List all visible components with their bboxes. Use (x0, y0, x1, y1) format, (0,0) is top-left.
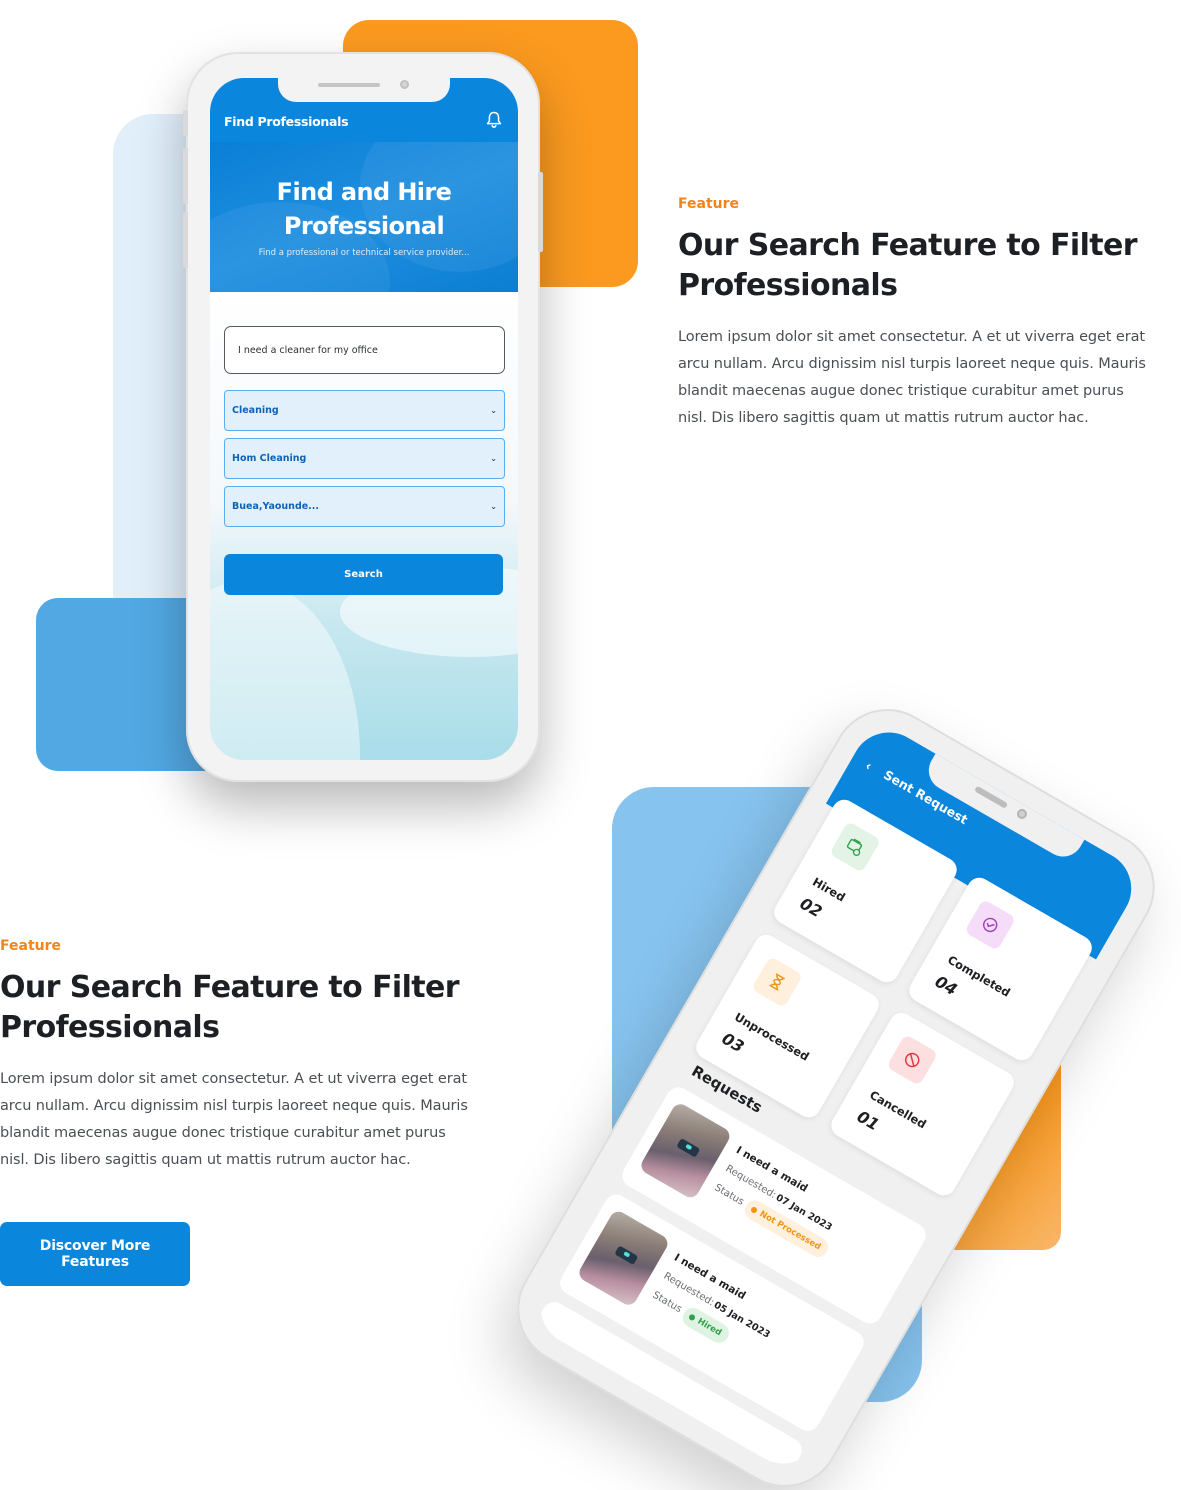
chevron-down-icon: ⌄ (490, 454, 497, 463)
status-label: Status (712, 1182, 746, 1208)
check-circle-icon (964, 898, 1017, 951)
phone-mockup-requests: ‹ Sent Request Hired 02 Completed 04 Unp… (496, 688, 1176, 1490)
stat-value: 02 (796, 893, 826, 922)
stat-label: Completed (945, 952, 1013, 1000)
hired-icon (829, 820, 882, 873)
stat-value: 01 (853, 1106, 883, 1135)
stat-label: Unprocessed (732, 1009, 812, 1064)
hourglass-icon (751, 956, 804, 1008)
phone-side-button (183, 110, 188, 136)
subcategory-select-value: Hom Cleaning (232, 453, 307, 464)
hero-title-line: Find and Hire (276, 178, 452, 206)
feature-eyebrow: Feature (0, 938, 61, 954)
bell-icon[interactable] (486, 111, 502, 129)
category-select[interactable]: Cleaning ⌄ (224, 390, 505, 431)
hero-banner: Find and Hire Professional Find a profes… (210, 142, 518, 292)
feature-heading: Our Search Feature to Filter Professiona… (678, 228, 1138, 303)
phone-speaker (974, 785, 1009, 809)
phone-side-button (183, 212, 188, 268)
discover-more-features-button[interactable]: Discover More Features (0, 1222, 190, 1286)
status-dot (749, 1205, 759, 1215)
hero-title-line: Professional (283, 212, 445, 240)
feature-section-2: Feature Our Search Feature to Filter Pro… (0, 938, 470, 1286)
cancel-icon (886, 1034, 939, 1086)
phone-mockup-search: Find Professionals Find and Hire Profess… (183, 52, 543, 782)
feature-heading: Our Search Feature to Filter Professiona… (0, 970, 460, 1045)
feature-description: Lorem ipsum dolor sit amet consectetur. … (678, 329, 1146, 426)
phone-camera (400, 80, 409, 89)
hero-subtitle: Find a professional or technical service… (258, 248, 470, 258)
app-title: Find Professionals (224, 114, 349, 129)
search-screen: Find Professionals Find and Hire Profess… (210, 78, 518, 760)
chevron-down-icon: ⌄ (490, 502, 497, 511)
phone-speaker (318, 83, 380, 87)
phone-camera (1015, 807, 1029, 821)
feature-section-1: Feature Our Search Feature to Filter Pro… (678, 196, 1148, 432)
feature-description: Lorem ipsum dolor sit amet consectetur. … (0, 1071, 468, 1168)
search-button[interactable]: Search (224, 554, 503, 595)
stat-value: 03 (718, 1028, 748, 1057)
location-select-value: Buea,Yaounde... (232, 501, 320, 512)
phone-side-button (538, 172, 543, 252)
hero-title: Find and Hire Professional (210, 175, 518, 243)
query-input[interactable]: I need a cleaner for my office (224, 326, 505, 374)
search-form: I need a cleaner for my office Cleaning … (210, 292, 518, 760)
status-dot (687, 1313, 697, 1322)
phone-side-button (183, 148, 188, 204)
status-label: Status (650, 1289, 684, 1316)
location-select[interactable]: Buea,Yaounde... ⌄ (224, 486, 505, 527)
feature-eyebrow: Feature (678, 196, 739, 212)
category-select-value: Cleaning (232, 405, 279, 416)
phone-notch (278, 78, 450, 102)
chevron-down-icon: ⌄ (490, 406, 497, 415)
background-curve (210, 582, 360, 760)
subcategory-select[interactable]: Hom Cleaning ⌄ (224, 438, 505, 479)
status-text: Hired (695, 1316, 724, 1339)
stat-value: 04 (931, 971, 961, 1000)
back-arrow-icon[interactable]: ‹ (863, 758, 874, 773)
